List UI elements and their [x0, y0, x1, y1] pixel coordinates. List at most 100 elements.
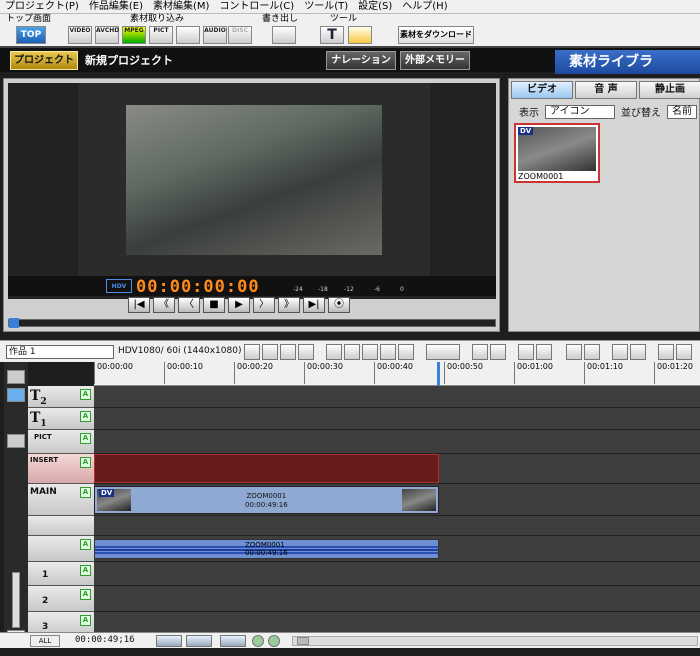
- zoom-preset-button[interactable]: [186, 635, 212, 647]
- play-button[interactable]: ▶: [228, 297, 250, 313]
- menu-tool[interactable]: ツール(T): [299, 0, 353, 13]
- audio-toggle-icon[interactable]: A: [80, 433, 91, 444]
- scrubber-knob[interactable]: [9, 318, 19, 328]
- audio-toggle-icon[interactable]: A: [80, 539, 91, 550]
- title-tool-icon[interactable]: T: [320, 26, 344, 44]
- go-end-button[interactable]: ▶|: [303, 297, 325, 313]
- timeline-ruler[interactable]: 00:00:00 00:00:10 00:00:20 00:00:30 00:0…: [94, 362, 700, 386]
- menu-settings[interactable]: 設定(S): [353, 0, 397, 13]
- fast-rewind-button[interactable]: 《: [153, 297, 175, 313]
- edit-tool-icon[interactable]: [398, 344, 414, 360]
- edit-tool-icon[interactable]: [326, 344, 342, 360]
- record-button[interactable]: ⦿: [328, 297, 350, 313]
- grid-view-icon[interactable]: [7, 434, 25, 448]
- preview-scrubber[interactable]: [8, 318, 496, 328]
- library-clip-thumbnail[interactable]: DV ZOOM0001: [514, 123, 600, 183]
- main-clip[interactable]: DV ZOOM0001 00:00:49:16: [94, 486, 439, 514]
- stop-button[interactable]: ■: [203, 297, 225, 313]
- audio-toggle-icon[interactable]: A: [80, 389, 91, 400]
- import-pict-button[interactable]: PICT: [149, 26, 173, 44]
- import-mpeg-button[interactable]: MPEG: [122, 26, 146, 44]
- edit-tool-icon[interactable]: [536, 344, 552, 360]
- import-audio-button[interactable]: AUDIO: [203, 26, 227, 44]
- track-header-transition[interactable]: [28, 516, 94, 536]
- audio-toggle-icon[interactable]: A: [80, 487, 91, 498]
- tool-folder-icon[interactable]: [348, 26, 372, 44]
- work-select[interactable]: 作品 1: [6, 345, 114, 359]
- narration-tab[interactable]: ナレーション: [326, 51, 396, 70]
- menu-work-edit[interactable]: 作品編集(E): [84, 0, 148, 13]
- zoom-slider[interactable]: [12, 572, 20, 628]
- edit-tool-icon[interactable]: [490, 344, 506, 360]
- edit-tool-icon[interactable]: [262, 344, 278, 360]
- insert-region[interactable]: [94, 454, 439, 483]
- edit-tool-icon[interactable]: [630, 344, 646, 360]
- track-header-audio1[interactable]: 1 A: [28, 562, 94, 586]
- edit-tool-icon[interactable]: [344, 344, 360, 360]
- clip-view-icon[interactable]: [7, 388, 25, 402]
- step-forward-button[interactable]: 〉: [253, 297, 275, 313]
- zoom-in-icon[interactable]: [268, 635, 280, 647]
- import-music-icon[interactable]: [176, 26, 200, 44]
- all-button[interactable]: ALL: [30, 635, 60, 647]
- edit-tool-icon[interactable]: [298, 344, 314, 360]
- zoom-out-icon[interactable]: [252, 635, 264, 647]
- edit-tool-icon[interactable]: [566, 344, 582, 360]
- track-header-audio2[interactable]: 2 A: [28, 586, 94, 612]
- lane-transition[interactable]: [94, 516, 700, 536]
- audio-clip[interactable]: ZOOM0001 00:00:49:16: [94, 539, 439, 559]
- lane-insert[interactable]: [94, 454, 700, 484]
- tab-video[interactable]: ビデオ: [511, 81, 573, 99]
- scrollbar-thumb[interactable]: [297, 637, 309, 645]
- redo-icon[interactable]: [676, 344, 692, 360]
- menu-help[interactable]: ヘルプ(H): [397, 0, 452, 13]
- lane-main-audio[interactable]: ZOOM0001 00:00:49:16: [94, 536, 700, 562]
- lane-t2[interactable]: [94, 386, 700, 408]
- audio-toggle-icon[interactable]: A: [80, 457, 91, 468]
- audio-toggle-icon[interactable]: A: [80, 615, 91, 626]
- import-video-button[interactable]: VIDEO: [68, 26, 92, 44]
- menu-control[interactable]: コントロール(C): [214, 0, 299, 13]
- edit-tool-icon[interactable]: [518, 344, 534, 360]
- lane-main[interactable]: DV ZOOM0001 00:00:49:16: [94, 484, 700, 516]
- undo-icon[interactable]: [658, 344, 674, 360]
- tab-still[interactable]: 静止画: [639, 81, 700, 99]
- track-header-t1[interactable]: T1 A: [28, 408, 94, 430]
- download-material-button[interactable]: 素材をダウンロード: [398, 26, 474, 44]
- fast-forward-button[interactable]: 》: [278, 297, 300, 313]
- top-button[interactable]: TOP: [16, 26, 46, 44]
- external-memory-tab[interactable]: 外部メモリー: [400, 51, 470, 70]
- zoom-preset-button[interactable]: [156, 635, 182, 647]
- import-disc-button[interactable]: DISC: [228, 26, 252, 44]
- sort-select[interactable]: 名前: [667, 104, 697, 119]
- edit-tool-icon[interactable]: [472, 344, 488, 360]
- audio-toggle-icon[interactable]: A: [80, 589, 91, 600]
- edit-tool-icon[interactable]: [584, 344, 600, 360]
- audio-toggle-icon[interactable]: A: [80, 565, 91, 576]
- menu-material-edit[interactable]: 素材編集(M): [148, 0, 214, 13]
- track-header-insert[interactable]: INSERT A: [28, 454, 94, 484]
- tab-audio[interactable]: 音 声: [575, 81, 637, 99]
- export-hdv-icon[interactable]: [272, 26, 296, 44]
- track-header-pict[interactable]: PICT A: [28, 430, 94, 454]
- project-tab[interactable]: プロジェクト: [10, 51, 78, 70]
- lane-audio1[interactable]: [94, 562, 700, 586]
- film-icon[interactable]: [7, 370, 25, 384]
- view-select[interactable]: アイコン: [545, 104, 615, 119]
- edit-tool-icon[interactable]: [362, 344, 378, 360]
- timeline-scrollbar[interactable]: [292, 636, 698, 646]
- go-start-button[interactable]: |◀: [128, 297, 150, 313]
- step-back-button[interactable]: 〈: [178, 297, 200, 313]
- end-marker[interactable]: [437, 362, 440, 386]
- material-library-header[interactable]: 素材ライブラ: [555, 50, 700, 74]
- lane-audio2[interactable]: [94, 586, 700, 612]
- zoom-preset-button[interactable]: [220, 635, 246, 647]
- edit-tool-icon[interactable]: [426, 344, 460, 360]
- edit-tool-icon[interactable]: [380, 344, 396, 360]
- import-avchd-button[interactable]: AVCHD: [95, 26, 119, 44]
- lane-pict[interactable]: [94, 430, 700, 454]
- track-header-main[interactable]: MAIN A: [28, 484, 94, 516]
- audio-toggle-icon[interactable]: A: [80, 411, 91, 422]
- lane-t1[interactable]: [94, 408, 700, 430]
- edit-tool-icon[interactable]: [280, 344, 296, 360]
